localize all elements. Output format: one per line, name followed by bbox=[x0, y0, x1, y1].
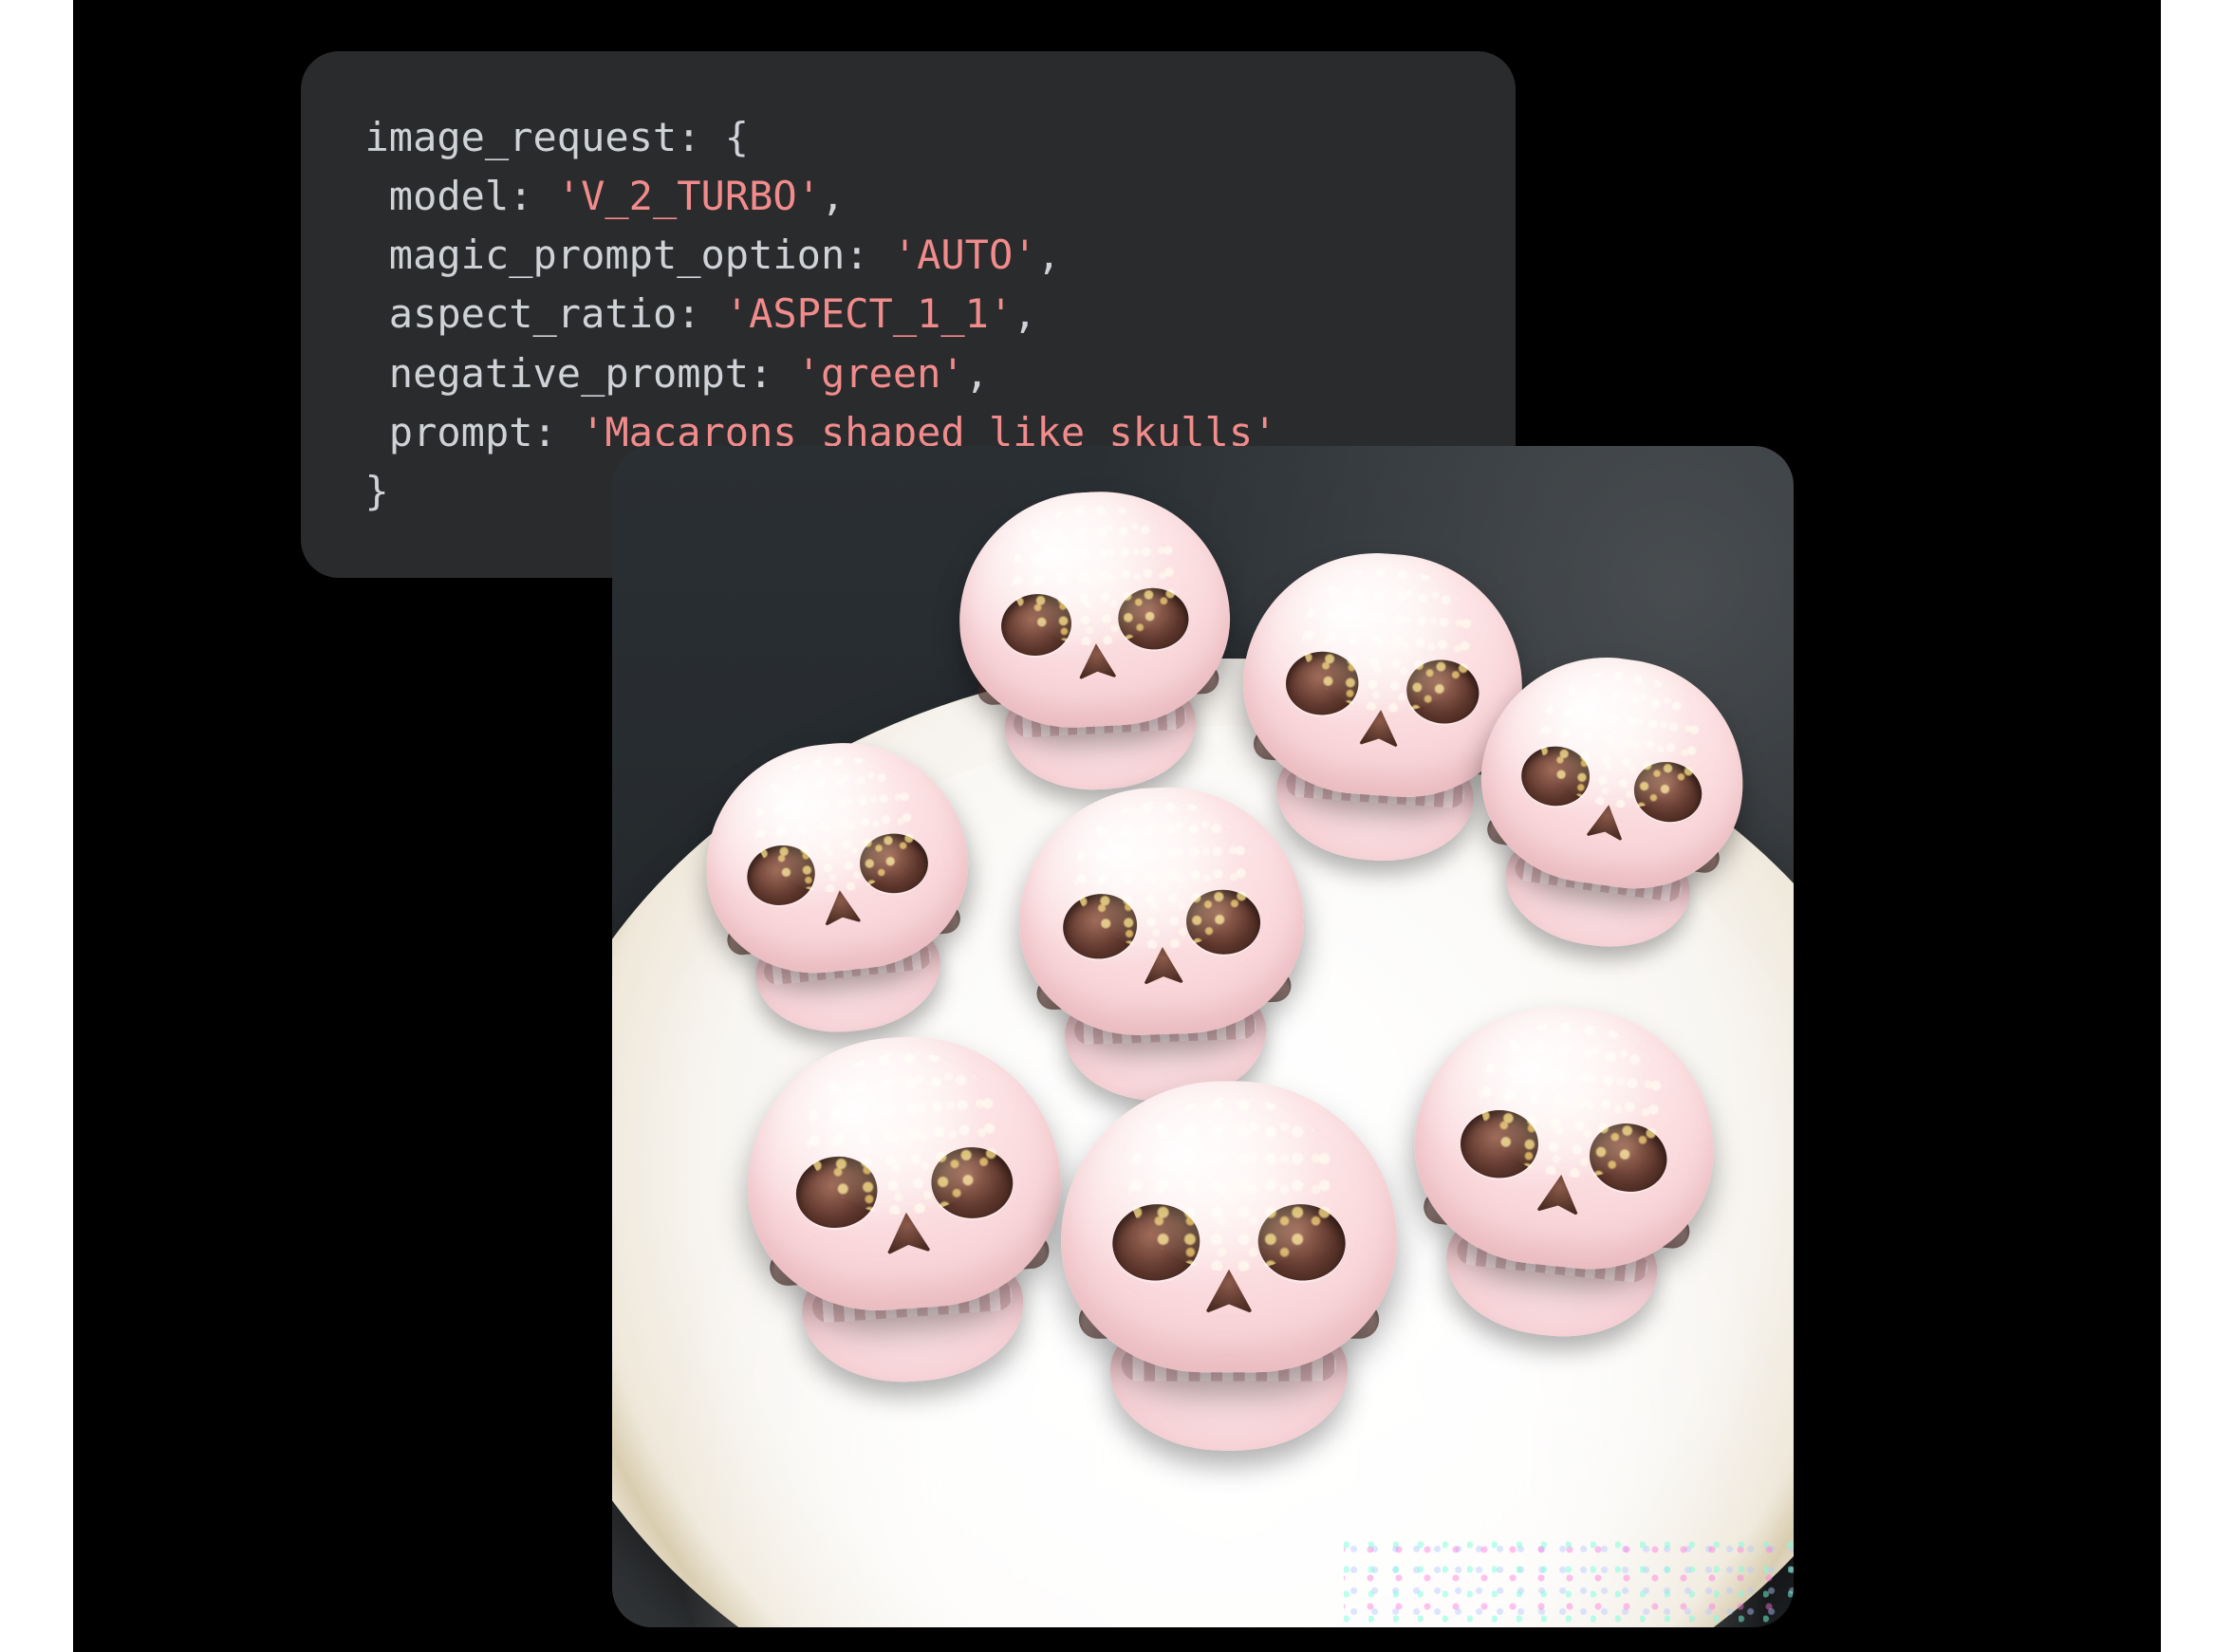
code-val-model: 'V_2_TURBO' bbox=[557, 173, 821, 219]
skull-macaron bbox=[1394, 993, 1727, 1361]
code-indent bbox=[365, 173, 389, 219]
skull-macaron bbox=[1458, 641, 1758, 972]
code-val-magic-prompt-option: 'AUTO' bbox=[893, 232, 1037, 278]
skull-macaron bbox=[953, 485, 1239, 805]
code-root-key: image_request bbox=[365, 114, 678, 160]
code-val-negative-prompt: 'green' bbox=[797, 350, 965, 397]
code-indent bbox=[365, 232, 389, 278]
skull-macaron bbox=[1061, 1081, 1397, 1461]
code-open-brace: : { bbox=[677, 114, 749, 160]
code-key-model: model bbox=[389, 173, 509, 219]
code-key-prompt: prompt bbox=[389, 409, 533, 455]
skull-macaron bbox=[1014, 783, 1311, 1115]
generated-image bbox=[612, 446, 1794, 1627]
code-close-brace: } bbox=[365, 468, 389, 514]
code-indent bbox=[365, 290, 389, 337]
code-key-aspect-ratio: aspect_ratio bbox=[389, 290, 677, 337]
code-key-negative-prompt: negative_prompt bbox=[389, 350, 749, 397]
black-stage: image_request: { model: 'V_2_TURBO', mag… bbox=[73, 0, 2161, 1652]
code-indent bbox=[365, 350, 389, 397]
code-val-aspect-ratio: 'ASPECT_1_1' bbox=[725, 290, 1013, 337]
skull-macaron bbox=[694, 731, 985, 1053]
skull-macaron bbox=[737, 1027, 1074, 1402]
table-glitter bbox=[1344, 1532, 1793, 1627]
page: image_request: { model: 'V_2_TURBO', mag… bbox=[0, 0, 2233, 1652]
code-indent bbox=[365, 409, 389, 455]
code-key-magic-prompt-option: magic_prompt_option bbox=[389, 232, 845, 278]
